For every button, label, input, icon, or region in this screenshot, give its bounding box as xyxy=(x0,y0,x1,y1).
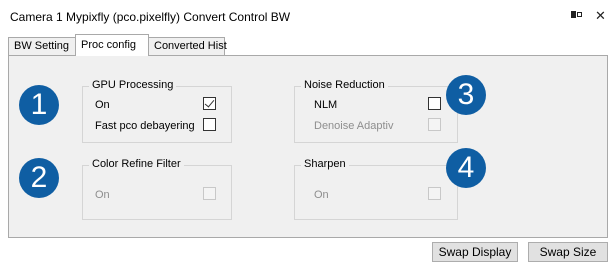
color-refine-on-checkbox[interactable] xyxy=(203,187,216,200)
gpu-processing-title: GPU Processing xyxy=(89,79,177,91)
proc-config-panel: GPU Processing On Fast pco debayering No… xyxy=(8,55,608,238)
swap-size-button[interactable]: Swap Size xyxy=(528,242,608,262)
close-icon[interactable]: ✕ xyxy=(595,9,606,23)
gpu-on-label: On xyxy=(95,99,110,111)
tab-bw-setting[interactable]: BW Setting xyxy=(8,37,76,55)
color-refine-title: Color Refine Filter xyxy=(89,158,184,170)
gpu-on-checkbox[interactable] xyxy=(203,97,216,110)
dock-icon[interactable] xyxy=(570,9,584,21)
badge-4: 4 xyxy=(446,148,486,188)
noise-reduction-group: Noise Reduction NLM Denoise Adaptiv xyxy=(294,79,458,143)
denoise-adaptiv-checkbox[interactable] xyxy=(428,118,441,131)
nlm-label: NLM xyxy=(314,99,338,111)
color-refine-group: Color Refine Filter On xyxy=(82,158,232,220)
badge-2: 2 xyxy=(19,158,59,198)
denoise-adaptiv-label: Denoise Adaptiv xyxy=(314,120,394,132)
fast-debayering-checkbox[interactable] xyxy=(203,118,216,131)
window-title: Camera 1 Mypixfly (pco.pixelfly) Convert… xyxy=(10,10,291,24)
badge-1: 1 xyxy=(19,85,59,125)
tab-proc-config[interactable]: Proc config xyxy=(75,34,149,56)
color-refine-on-label: On xyxy=(95,189,110,201)
tab-converted-hist[interactable]: Converted Hist xyxy=(148,37,227,55)
sharpen-on-label: On xyxy=(314,189,329,201)
gpu-processing-group: GPU Processing On Fast pco debayering xyxy=(82,79,232,143)
swap-display-button[interactable]: Swap Display xyxy=(432,242,518,262)
sharpen-group: Sharpen On xyxy=(294,158,458,220)
fast-debayering-label: Fast pco debayering xyxy=(95,120,195,132)
title-bar: Camera 1 Mypixfly (pco.pixelfly) Convert… xyxy=(0,0,616,34)
noise-reduction-title: Noise Reduction xyxy=(301,79,388,91)
nlm-checkbox[interactable] xyxy=(428,97,441,110)
badge-3: 3 xyxy=(446,75,486,115)
sharpen-title: Sharpen xyxy=(301,158,349,170)
sharpen-on-checkbox[interactable] xyxy=(428,187,441,200)
